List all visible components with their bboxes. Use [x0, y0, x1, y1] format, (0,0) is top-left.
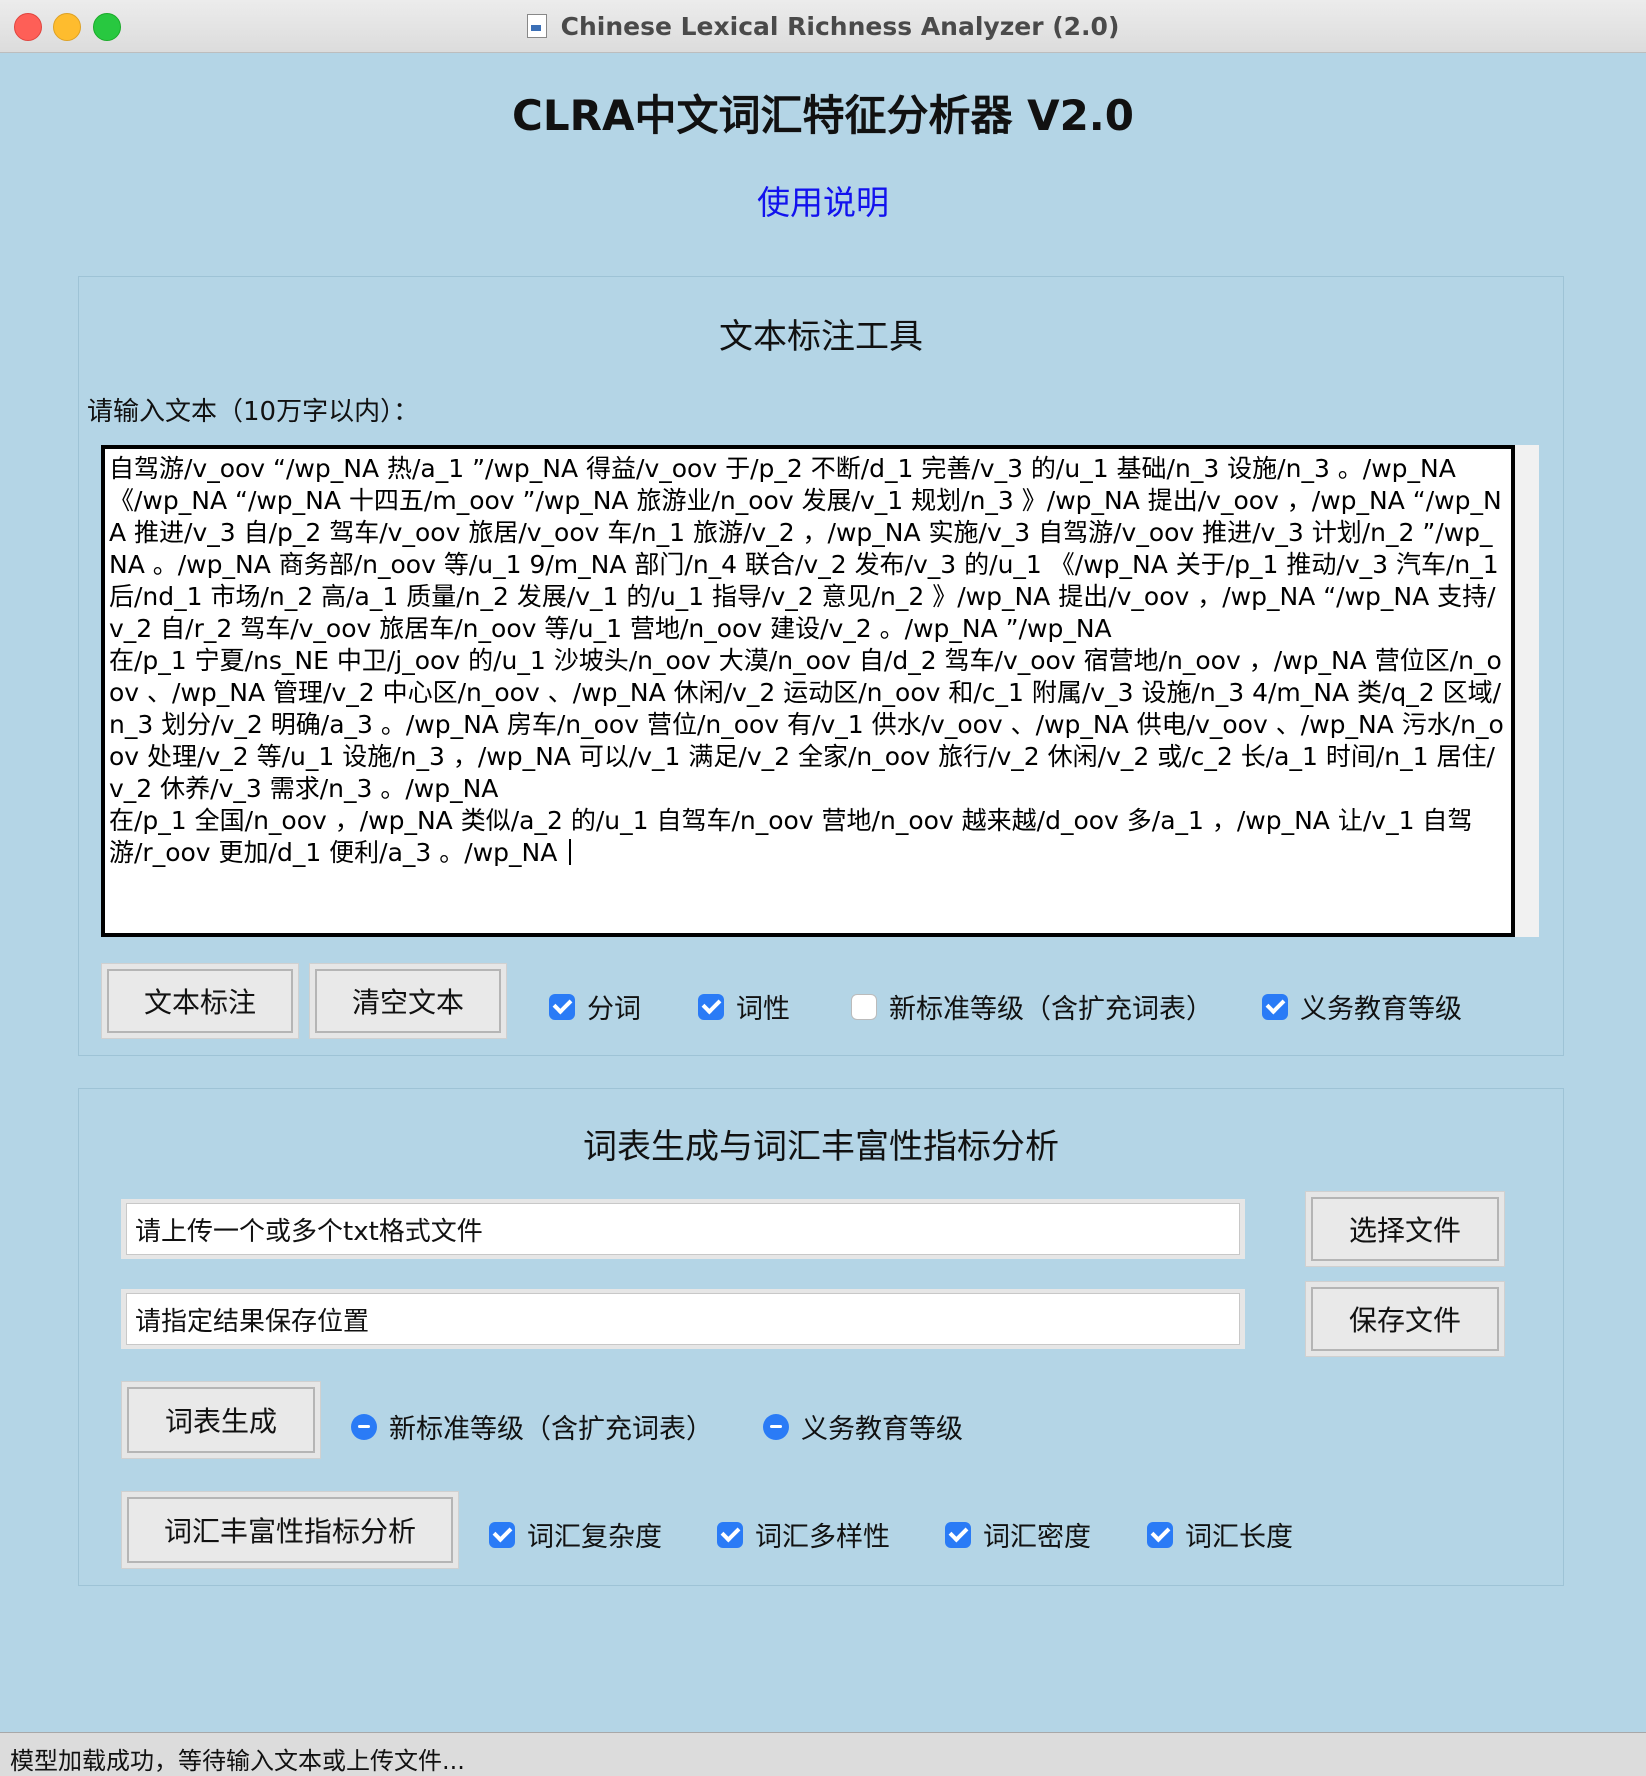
pos-label: 词性: [736, 994, 790, 1025]
option-segmentation[interactable]: 分词: [549, 987, 641, 1026]
annotate-button[interactable]: 文本标注: [107, 969, 293, 1033]
choose-file-button[interactable]: 选择文件: [1311, 1197, 1499, 1261]
text-input-content[interactable]: 自驾游/v_oov “/wp_NA 热/a_1 ”/wp_NA 得益/v_oov…: [109, 454, 1505, 867]
choose-file-button-frame: 选择文件: [1305, 1191, 1505, 1267]
radio-new-standard-level[interactable]: 新标准等级（含扩充词表）: [351, 1407, 713, 1446]
length-checkbox[interactable]: [1147, 1521, 1173, 1548]
new-standard-level-label: 新标准等级（含扩充词表）: [889, 994, 1213, 1025]
compulsory-education-level-radio[interactable]: [763, 1413, 789, 1440]
metric-complexity[interactable]: 词汇复杂度: [489, 1515, 662, 1554]
radio-compulsory-education-level[interactable]: 义务教育等级: [763, 1407, 963, 1446]
clear-text-button-frame: 清空文本: [309, 963, 507, 1039]
upload-file-field[interactable]: 请上传一个或多个txt格式文件: [126, 1203, 1240, 1255]
new-standard-level-radio[interactable]: [351, 1413, 377, 1440]
radio-new-standard-level-label: 新标准等级（含扩充词表）: [389, 1414, 713, 1445]
diversity-checkbox[interactable]: [717, 1521, 743, 1548]
density-label: 词汇密度: [983, 1522, 1091, 1553]
text-input-area[interactable]: 自驾游/v_oov “/wp_NA 热/a_1 ”/wp_NA 得益/v_oov…: [101, 445, 1515, 937]
option-new-standard-level[interactable]: 新标准等级（含扩充词表）: [851, 987, 1213, 1026]
length-label: 词汇长度: [1185, 1522, 1293, 1553]
new-standard-level-checkbox[interactable]: [851, 993, 877, 1020]
annotate-button-frame: 文本标注: [101, 963, 299, 1039]
density-checkbox[interactable]: [945, 1521, 971, 1548]
save-location-field[interactable]: 请指定结果保存位置: [126, 1293, 1240, 1345]
complexity-label: 词汇复杂度: [527, 1522, 662, 1553]
compulsory-education-level-checkbox[interactable]: [1262, 993, 1288, 1020]
analysis-panel: 词表生成与词汇丰富性指标分析 请上传一个或多个txt格式文件 选择文件 请指定结…: [78, 1088, 1564, 1586]
text-scrollbar[interactable]: [1515, 445, 1539, 937]
save-file-button[interactable]: 保存文件: [1311, 1287, 1499, 1351]
pos-checkbox[interactable]: [698, 993, 724, 1020]
complexity-checkbox[interactable]: [489, 1521, 515, 1548]
upload-field-frame: 请上传一个或多个txt格式文件: [121, 1199, 1245, 1259]
generate-wordlist-button[interactable]: 词表生成: [127, 1387, 315, 1453]
status-text: 模型加载成功，等待输入文本或上传文件...: [10, 1747, 465, 1775]
diversity-label: 词汇多样性: [755, 1522, 890, 1553]
metric-density[interactable]: 词汇密度: [945, 1515, 1091, 1554]
window-title: Chinese Lexical Richness Analyzer (2.0): [560, 11, 1120, 41]
option-compulsory-education-level[interactable]: 义务教育等级: [1262, 987, 1462, 1026]
save-file-button-frame: 保存文件: [1305, 1281, 1505, 1357]
document-icon: [526, 14, 547, 38]
save-field-frame: 请指定结果保存位置: [121, 1289, 1245, 1349]
metric-length[interactable]: 词汇长度: [1147, 1515, 1293, 1554]
lexical-richness-analysis-button[interactable]: 词汇丰富性指标分析: [127, 1497, 453, 1563]
segmentation-label: 分词: [587, 994, 641, 1025]
radio-compulsory-education-level-label: 义务教育等级: [801, 1414, 963, 1445]
annotation-panel: 文本标注工具 请输入文本（10万字以内）： 自驾游/v_oov “/wp_NA …: [78, 276, 1564, 1056]
help-link[interactable]: 使用说明: [757, 183, 889, 222]
option-pos[interactable]: 词性: [698, 987, 790, 1026]
compulsory-education-level-label: 义务教育等级: [1300, 994, 1462, 1025]
status-bar: 模型加载成功，等待输入文本或上传文件...: [0, 1732, 1646, 1776]
segmentation-checkbox[interactable]: [549, 993, 575, 1020]
title-bar: Chinese Lexical Richness Analyzer (2.0): [0, 0, 1646, 53]
analysis-panel-title: 词表生成与词汇丰富性指标分析: [583, 1127, 1059, 1167]
clear-text-button[interactable]: 清空文本: [315, 969, 501, 1033]
generate-wordlist-button-frame: 词表生成: [121, 1381, 321, 1459]
analyze-button-frame: 词汇丰富性指标分析: [121, 1491, 459, 1569]
text-cursor: [569, 839, 572, 865]
metric-diversity[interactable]: 词汇多样性: [717, 1515, 890, 1554]
annotation-panel-title: 文本标注工具: [719, 317, 923, 357]
text-input-label: 请输入文本（10万字以内）：: [87, 397, 420, 427]
app-heading: CLRA中文词汇特征分析器 V2.0: [512, 91, 1134, 140]
